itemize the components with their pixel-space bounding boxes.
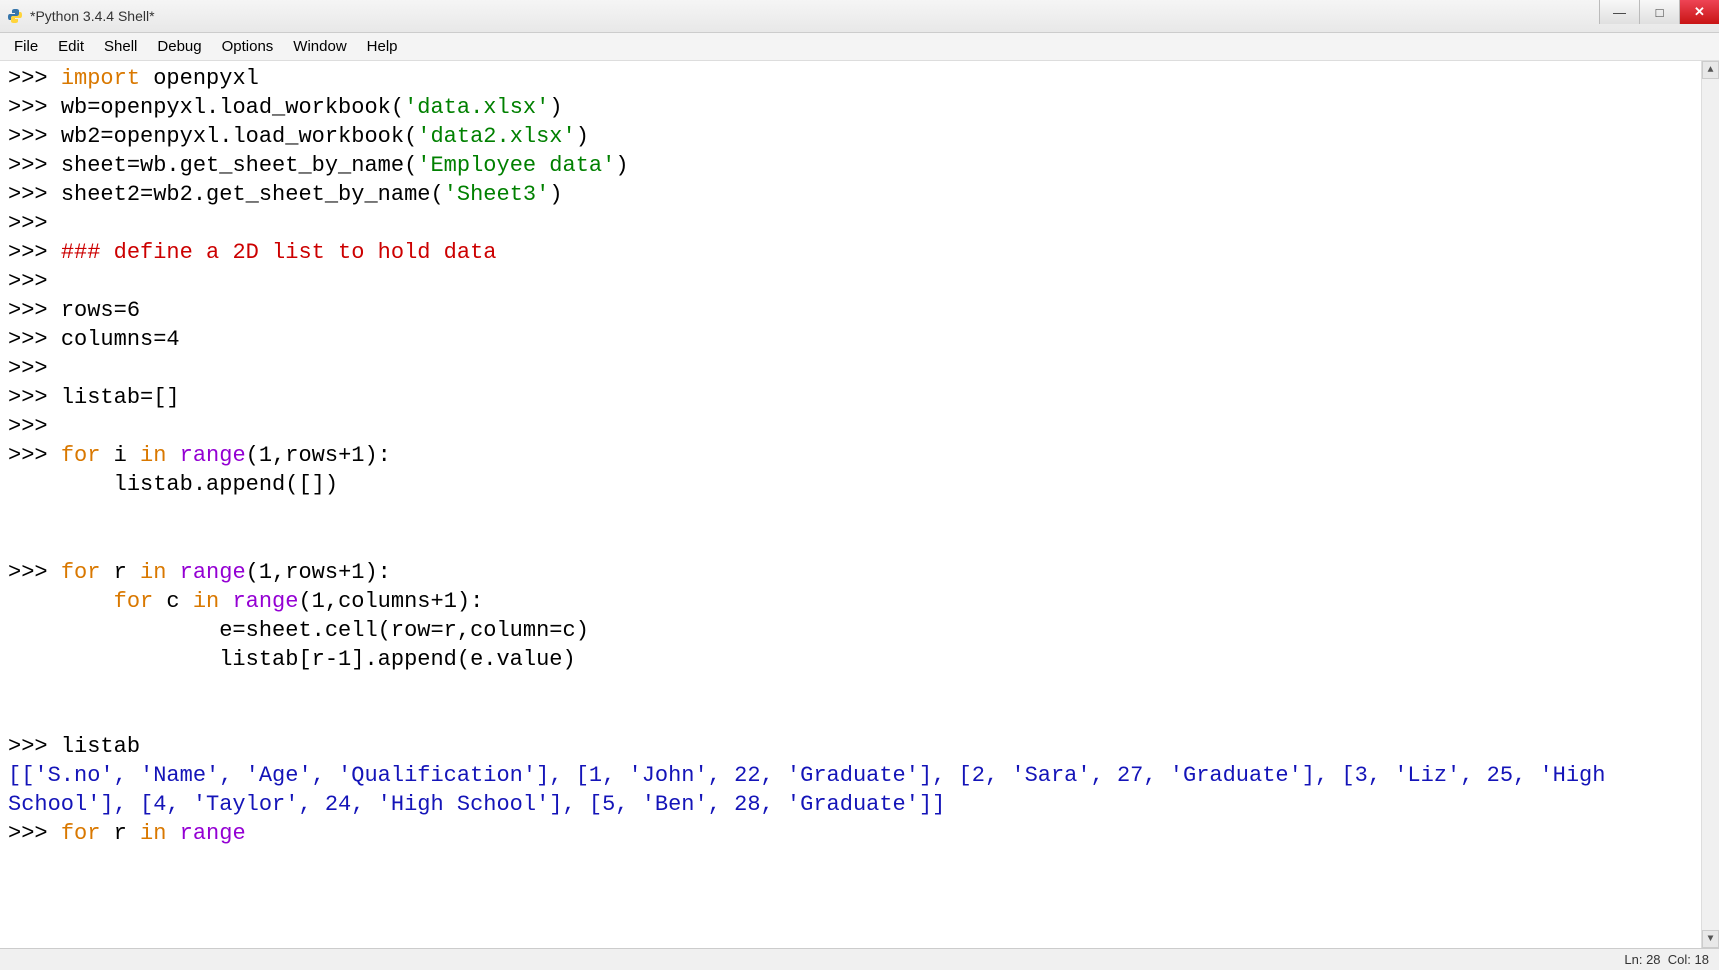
txt: r: [100, 821, 140, 846]
kw-range: range: [180, 443, 246, 468]
prompt: >>>: [8, 182, 61, 207]
txt: sheet2=wb2.get_sheet_by_name(: [61, 182, 444, 207]
menu-bar: File Edit Shell Debug Options Window Hel…: [0, 33, 1719, 61]
prompt: >>>: [8, 211, 61, 236]
kw-range: range: [232, 589, 298, 614]
maximize-button[interactable]: □: [1639, 0, 1679, 24]
txt: e=sheet.cell(row=r,column=c): [8, 618, 589, 643]
shell-editor[interactable]: >>> import openpyxl >>> wb=openpyxl.load…: [0, 61, 1701, 948]
txt: sheet=wb.get_sheet_by_name(: [61, 153, 417, 178]
txt: wb2=openpyxl.load_workbook(: [61, 124, 417, 149]
scroll-up-arrow[interactable]: ▲: [1702, 61, 1719, 79]
txt: columns=4: [61, 327, 180, 352]
txt: ): [615, 153, 628, 178]
str: 'data.xlsx': [404, 95, 549, 120]
txt: (1,rows+1):: [246, 443, 391, 468]
prompt: >>>: [8, 66, 61, 91]
txt: wb=openpyxl.load_workbook(: [61, 95, 404, 120]
prompt: >>>: [8, 95, 61, 120]
prompt: >>>: [8, 821, 61, 846]
txt: listab: [61, 734, 140, 759]
status-bar: Ln: 28 Col: 18: [0, 948, 1719, 970]
txt: [166, 443, 179, 468]
title-bar: *Python 3.4.4 Shell* — □ ✕: [0, 0, 1719, 33]
scroll-down-arrow[interactable]: ▼: [1702, 930, 1719, 948]
txt: (1,rows+1):: [246, 560, 391, 585]
kw-import: import: [61, 66, 140, 91]
str: 'Employee data': [417, 153, 615, 178]
menu-file[interactable]: File: [4, 35, 48, 58]
status-ln: 28: [1646, 952, 1660, 967]
prompt: >>>: [8, 443, 61, 468]
prompt: >>>: [8, 560, 61, 585]
minimize-button[interactable]: —: [1599, 0, 1639, 24]
txt: [219, 589, 232, 614]
kw-for: for: [61, 821, 101, 846]
txt: ): [576, 124, 589, 149]
python-icon: [6, 7, 24, 25]
txt: listab.append([]): [8, 472, 338, 497]
kw-in: in: [193, 589, 219, 614]
menu-window[interactable]: Window: [283, 35, 356, 58]
kw-in: in: [140, 821, 166, 846]
prompt: >>>: [8, 240, 61, 265]
kw-for: for: [114, 589, 154, 614]
prompt: >>>: [8, 298, 61, 323]
status-col: 18: [1695, 952, 1709, 967]
kw-range: range: [180, 560, 246, 585]
prompt: >>>: [8, 734, 61, 759]
status-col-label: Col:: [1668, 952, 1691, 967]
menu-options[interactable]: Options: [212, 35, 284, 58]
txt: [166, 560, 179, 585]
txt: ): [549, 95, 562, 120]
menu-edit[interactable]: Edit: [48, 35, 94, 58]
window-title: *Python 3.4.4 Shell*: [30, 8, 155, 24]
txt: [166, 821, 179, 846]
window-controls: — □ ✕: [1599, 0, 1719, 24]
output: [['S.no', 'Name', 'Age', 'Qualification'…: [8, 763, 1619, 817]
kw-in: in: [140, 560, 166, 585]
menu-debug[interactable]: Debug: [147, 35, 211, 58]
prompt: >>>: [8, 269, 61, 294]
prompt: >>>: [8, 327, 61, 352]
prompt: >>>: [8, 385, 61, 410]
close-button[interactable]: ✕: [1679, 0, 1719, 24]
menu-help[interactable]: Help: [357, 35, 408, 58]
str: 'Sheet3': [444, 182, 550, 207]
txt: r: [100, 560, 140, 585]
txt: i: [100, 443, 140, 468]
kw-for: for: [61, 560, 101, 585]
prompt: >>>: [8, 356, 61, 381]
kw-range: range: [180, 821, 246, 846]
scroll-track[interactable]: [1702, 79, 1719, 930]
txt: [8, 589, 114, 614]
kw-in: in: [140, 443, 166, 468]
txt: listab=[]: [61, 385, 180, 410]
txt: (1,columns+1):: [298, 589, 483, 614]
menu-shell[interactable]: Shell: [94, 35, 147, 58]
txt: listab[r-1].append(e.value): [8, 647, 576, 672]
status-ln-label: Ln:: [1624, 952, 1642, 967]
txt: openpyxl: [140, 66, 259, 91]
comment: ### define a 2D list to hold data: [61, 240, 497, 265]
str: 'data2.xlsx': [417, 124, 575, 149]
txt: ): [549, 182, 562, 207]
vertical-scrollbar[interactable]: ▲ ▼: [1701, 61, 1719, 948]
prompt: >>>: [8, 124, 61, 149]
prompt: >>>: [8, 414, 61, 439]
kw-for: for: [61, 443, 101, 468]
txt: rows=6: [61, 298, 140, 323]
txt: c: [153, 589, 193, 614]
prompt: >>>: [8, 153, 61, 178]
editor-wrap: >>> import openpyxl >>> wb=openpyxl.load…: [0, 61, 1719, 948]
